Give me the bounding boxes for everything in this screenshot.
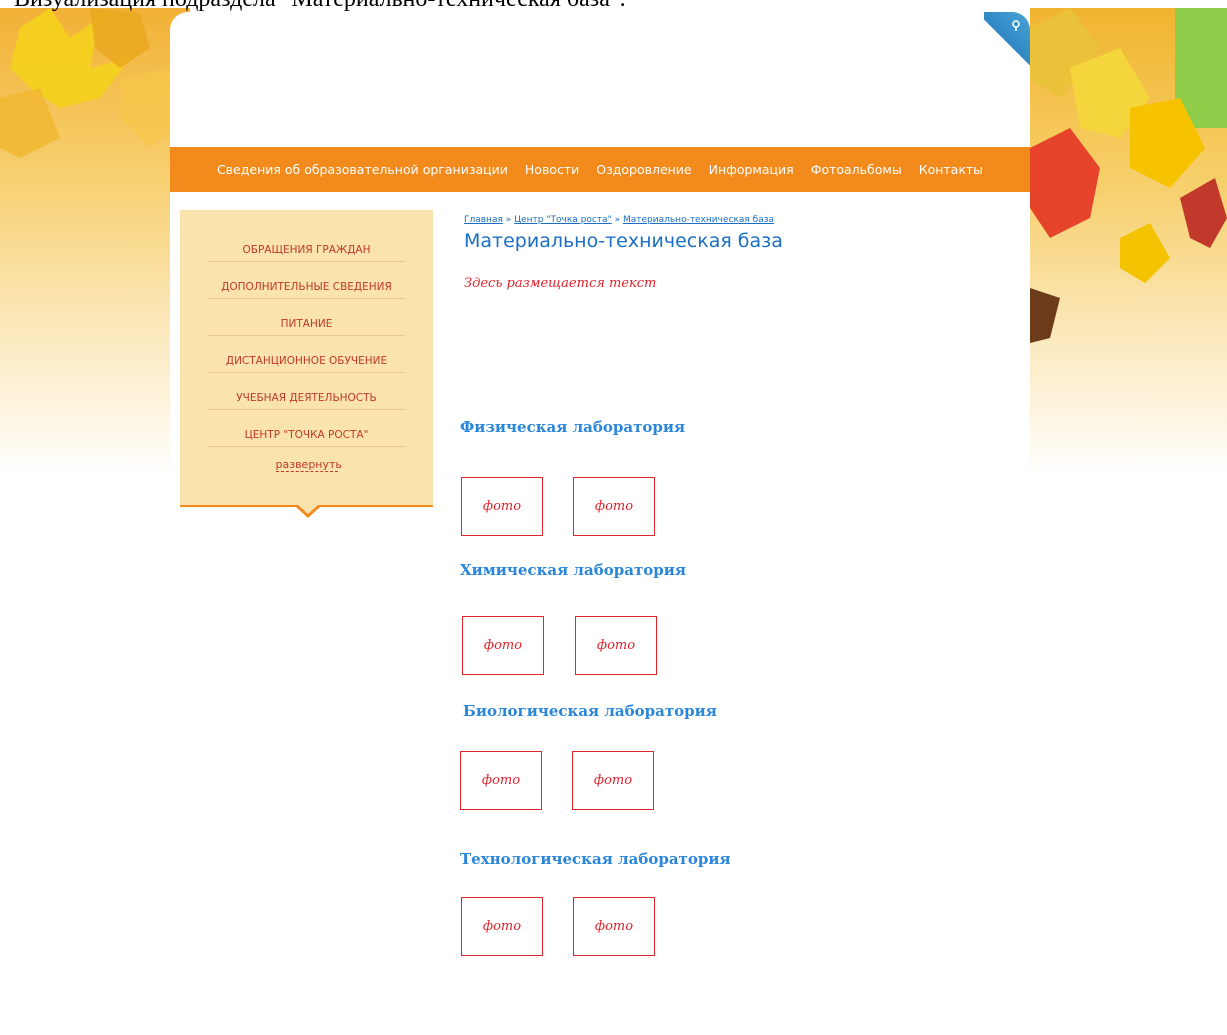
corner-accessibility-icon[interactable] bbox=[1010, 20, 1022, 32]
expand-link[interactable]: развернуть bbox=[275, 458, 342, 472]
page-title: Материально-техническая база bbox=[464, 230, 783, 252]
photo-placeholder: фото bbox=[572, 751, 654, 810]
main-card: Сведения об образовательной организации … bbox=[170, 12, 1030, 1035]
sidebar-item-nutrition[interactable]: Питание bbox=[208, 299, 405, 336]
autumn-leaves-right bbox=[1030, 8, 1227, 478]
sidebar-item-additional-info[interactable]: Дополнительные сведения bbox=[208, 262, 405, 299]
sidebar-item-educational-activity[interactable]: Учебная деятельность bbox=[208, 373, 405, 410]
photo-label: фото bbox=[481, 773, 521, 788]
sidebar-item-citizen-appeals[interactable]: Обращения граждан bbox=[208, 210, 405, 262]
photo-placeholder: фото bbox=[461, 897, 543, 956]
sidebar-arrow-inner bbox=[298, 505, 318, 514]
nav-item-contacts[interactable]: Контакты bbox=[919, 162, 983, 177]
lab-title-technology: Технологическая лаборатория bbox=[460, 850, 731, 868]
photo-label: фото bbox=[594, 499, 634, 514]
photo-placeholder: фото bbox=[460, 751, 542, 810]
sidebar-item-label: Дополнительные сведения bbox=[221, 281, 392, 293]
document-caption: Визуализация подраздела "Материально-тех… bbox=[14, 0, 626, 13]
autumn-leaves-decoration bbox=[0, 8, 185, 158]
sidebar-item-label: Центр "Точка роста" bbox=[244, 429, 369, 441]
site-header bbox=[170, 12, 1030, 147]
photo-label: фото bbox=[596, 638, 636, 653]
photo-placeholder: фото bbox=[575, 616, 657, 675]
photo-label: фото bbox=[482, 499, 522, 514]
sidebar-menu: Обращения граждан Дополнительные сведени… bbox=[180, 210, 433, 518]
accessibility-icon bbox=[1012, 20, 1020, 31]
photo-placeholder: фото bbox=[573, 477, 655, 536]
nav-item-news[interactable]: Новости bbox=[525, 162, 579, 177]
photo-label: фото bbox=[482, 919, 522, 934]
photo-label: фото bbox=[594, 919, 634, 934]
breadcrumb-growth-point[interactable]: Центр "Точка роста" bbox=[514, 215, 612, 225]
photo-placeholder: фото bbox=[573, 897, 655, 956]
corner-fold[interactable] bbox=[984, 12, 1030, 72]
breadcrumb-home[interactable]: Главная bbox=[464, 215, 503, 225]
nav-item-information[interactable]: Информация bbox=[709, 162, 794, 177]
photo-placeholder: фото bbox=[461, 477, 543, 536]
placeholder-text: Здесь размещается текст bbox=[464, 276, 657, 291]
autumn-leaves-right-art bbox=[1030, 8, 1227, 343]
breadcrumb-current[interactable]: Материально-техническая база bbox=[623, 215, 774, 225]
sidebar-item-label: Обращения граждан bbox=[242, 244, 371, 256]
sidebar-item-label: Учебная деятельность bbox=[236, 392, 377, 404]
lab-title-physics: Физическая лаборатория bbox=[460, 418, 686, 436]
photo-label: фото bbox=[483, 638, 523, 653]
lab-title-chemistry: Химическая лаборатория bbox=[460, 561, 686, 579]
sidebar-item-label: Дистанционное обучение bbox=[225, 355, 388, 367]
breadcrumb-separator: » bbox=[614, 215, 621, 225]
photo-placeholder: фото bbox=[462, 616, 544, 675]
sidebar-item-label: Питание bbox=[280, 318, 333, 330]
top-navigation: Сведения об образовательной организации … bbox=[170, 147, 1030, 192]
nav-item-photo-albums[interactable]: Фотоальбомы bbox=[811, 162, 902, 177]
breadcrumb: Главная » Центр "Точка роста" » Материал… bbox=[464, 215, 774, 225]
nav-item-organization-info[interactable]: Сведения об образовательной организации bbox=[217, 162, 508, 177]
sidebar-item-distance-learning[interactable]: Дистанционное обучение bbox=[208, 336, 405, 373]
lab-title-biology: Биологическая лаборатория bbox=[463, 702, 717, 720]
breadcrumb-separator: » bbox=[505, 215, 512, 225]
photo-label: фото bbox=[593, 773, 633, 788]
nav-item-health[interactable]: Оздоровление bbox=[596, 162, 691, 177]
autumn-leaves-left bbox=[0, 8, 190, 478]
sidebar-item-growth-point[interactable]: Центр "Точка роста" bbox=[208, 410, 405, 447]
